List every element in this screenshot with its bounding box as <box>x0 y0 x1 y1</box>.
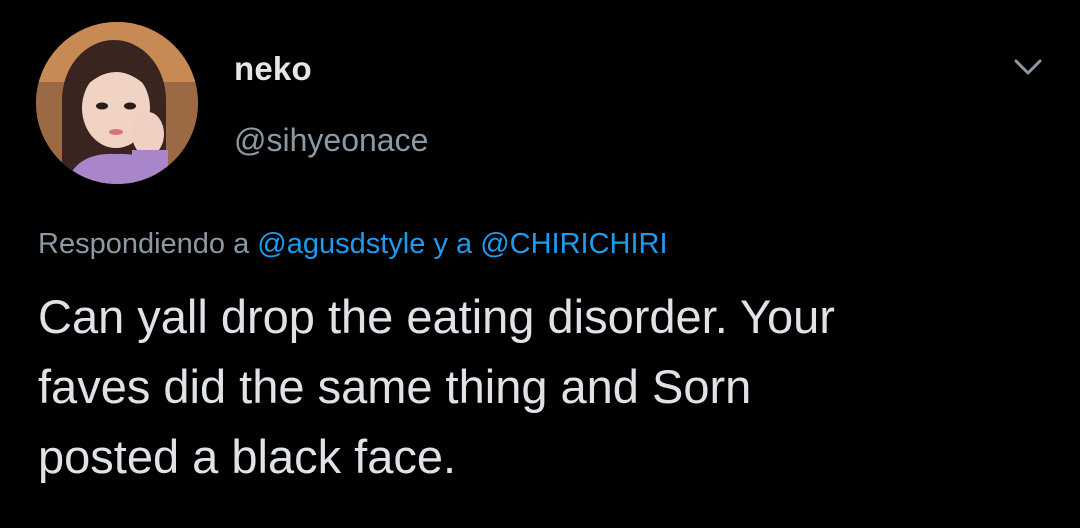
author-handle[interactable]: @sihyeonace <box>234 122 428 159</box>
tweet-card: neko @sihyeonace Respondiendo a @agusdst… <box>0 0 1080 528</box>
chevron-down-icon[interactable] <box>1008 52 1048 82</box>
reply-prefix: Respondiendo a <box>38 228 250 260</box>
tweet-text-line: posted a black face. <box>38 430 457 483</box>
mention-link-2[interactable]: @CHIRICHIRI <box>480 228 667 260</box>
user-avatar[interactable] <box>36 22 198 184</box>
tweet-text-line: Can yall drop the eating disorder. Your <box>38 290 835 343</box>
author-display-name[interactable]: neko <box>234 50 312 88</box>
tweet-text-line: faves did the same thing and Sorn <box>38 360 752 413</box>
reply-context: Respondiendo a @agusdstyle y a @CHIRICHI… <box>38 228 668 261</box>
tweet-text: Can yall drop the eating disorder. Your … <box>38 282 1038 492</box>
avatar-photo-icon <box>36 22 198 184</box>
mention-link-1[interactable]: @agusdstyle <box>257 228 425 260</box>
mention-connector: y a <box>433 228 473 260</box>
